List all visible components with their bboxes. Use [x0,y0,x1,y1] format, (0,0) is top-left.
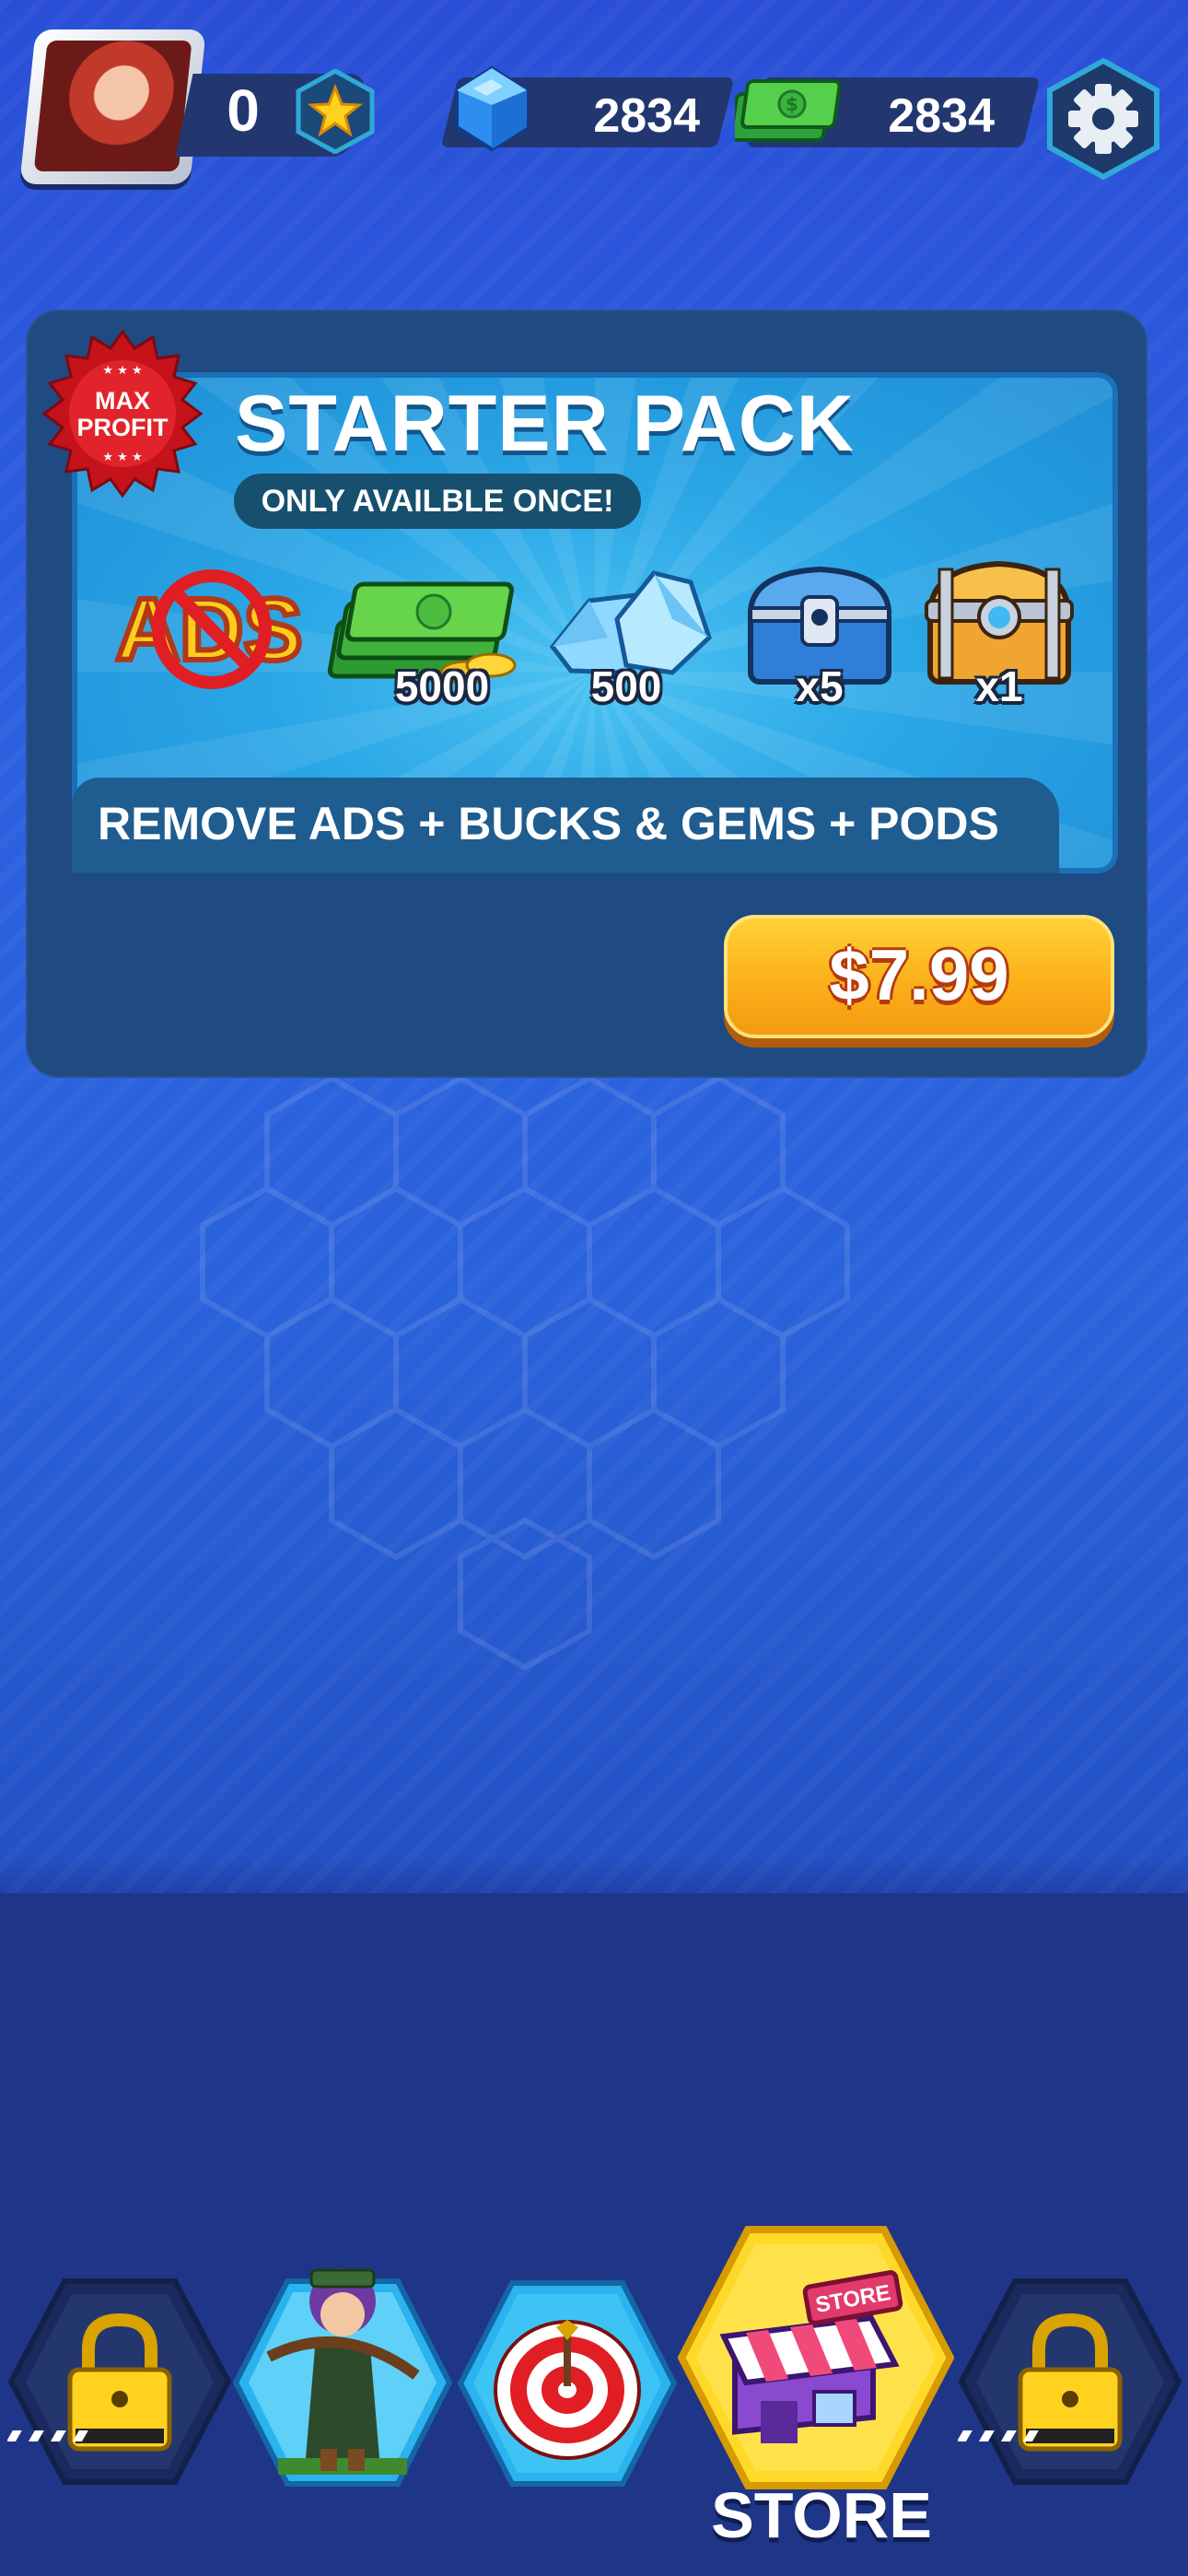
locked-tab-right[interactable] [958,2274,1182,2489]
svg-text:$: $ [786,93,798,115]
svg-text:★ ★ ★: ★ ★ ★ [102,451,142,464]
player-avatar[interactable] [19,29,206,184]
cash-count: 2834 [888,89,995,143]
svg-text:PROFIT: PROFIT [77,414,169,441]
gems-count: 2834 [593,89,700,143]
hex-pattern [200,1074,850,1671]
target-tab[interactable] [457,2277,678,2489]
gold-chest-count: x1 [975,662,1023,710]
price-label: $7.99 [829,934,1009,1015]
max-profit-badge: ★ ★ ★ MAX PROFIT ★ ★ ★ [41,329,204,498]
cash-amount: 5000 [394,662,490,710]
avatar-portrait-icon [33,41,192,171]
gem-icon [455,65,529,152]
svg-text:★ ★ ★: ★ ★ ★ [102,364,142,378]
blue-chest-count: x5 [796,662,844,710]
offer-title: STARTER PACK [235,380,855,468]
store-tab[interactable]: STORE [678,2226,954,2489]
settings-button[interactable] [1044,57,1162,181]
locked-tab-left[interactable] [7,2274,232,2489]
gems-amount: 500 [590,662,662,710]
star-icon [296,69,375,154]
stars-count: 0 [227,77,260,144]
gear-icon [1068,84,1138,154]
svg-text:MAX: MAX [95,387,150,415]
cash-icon: $ [735,79,842,142]
hero-tab[interactable] [232,2237,453,2489]
no-ads-icon: ADS [113,569,305,689]
offer-banner-text: REMOVE ADS + BUCKS & GEMS + PODS [98,798,999,849]
target-icon [494,2320,641,2460]
store-tab-label: STORE [711,2479,932,2551]
offer-subtitle: ONLY AVAILBLE ONCE! [261,484,614,519]
